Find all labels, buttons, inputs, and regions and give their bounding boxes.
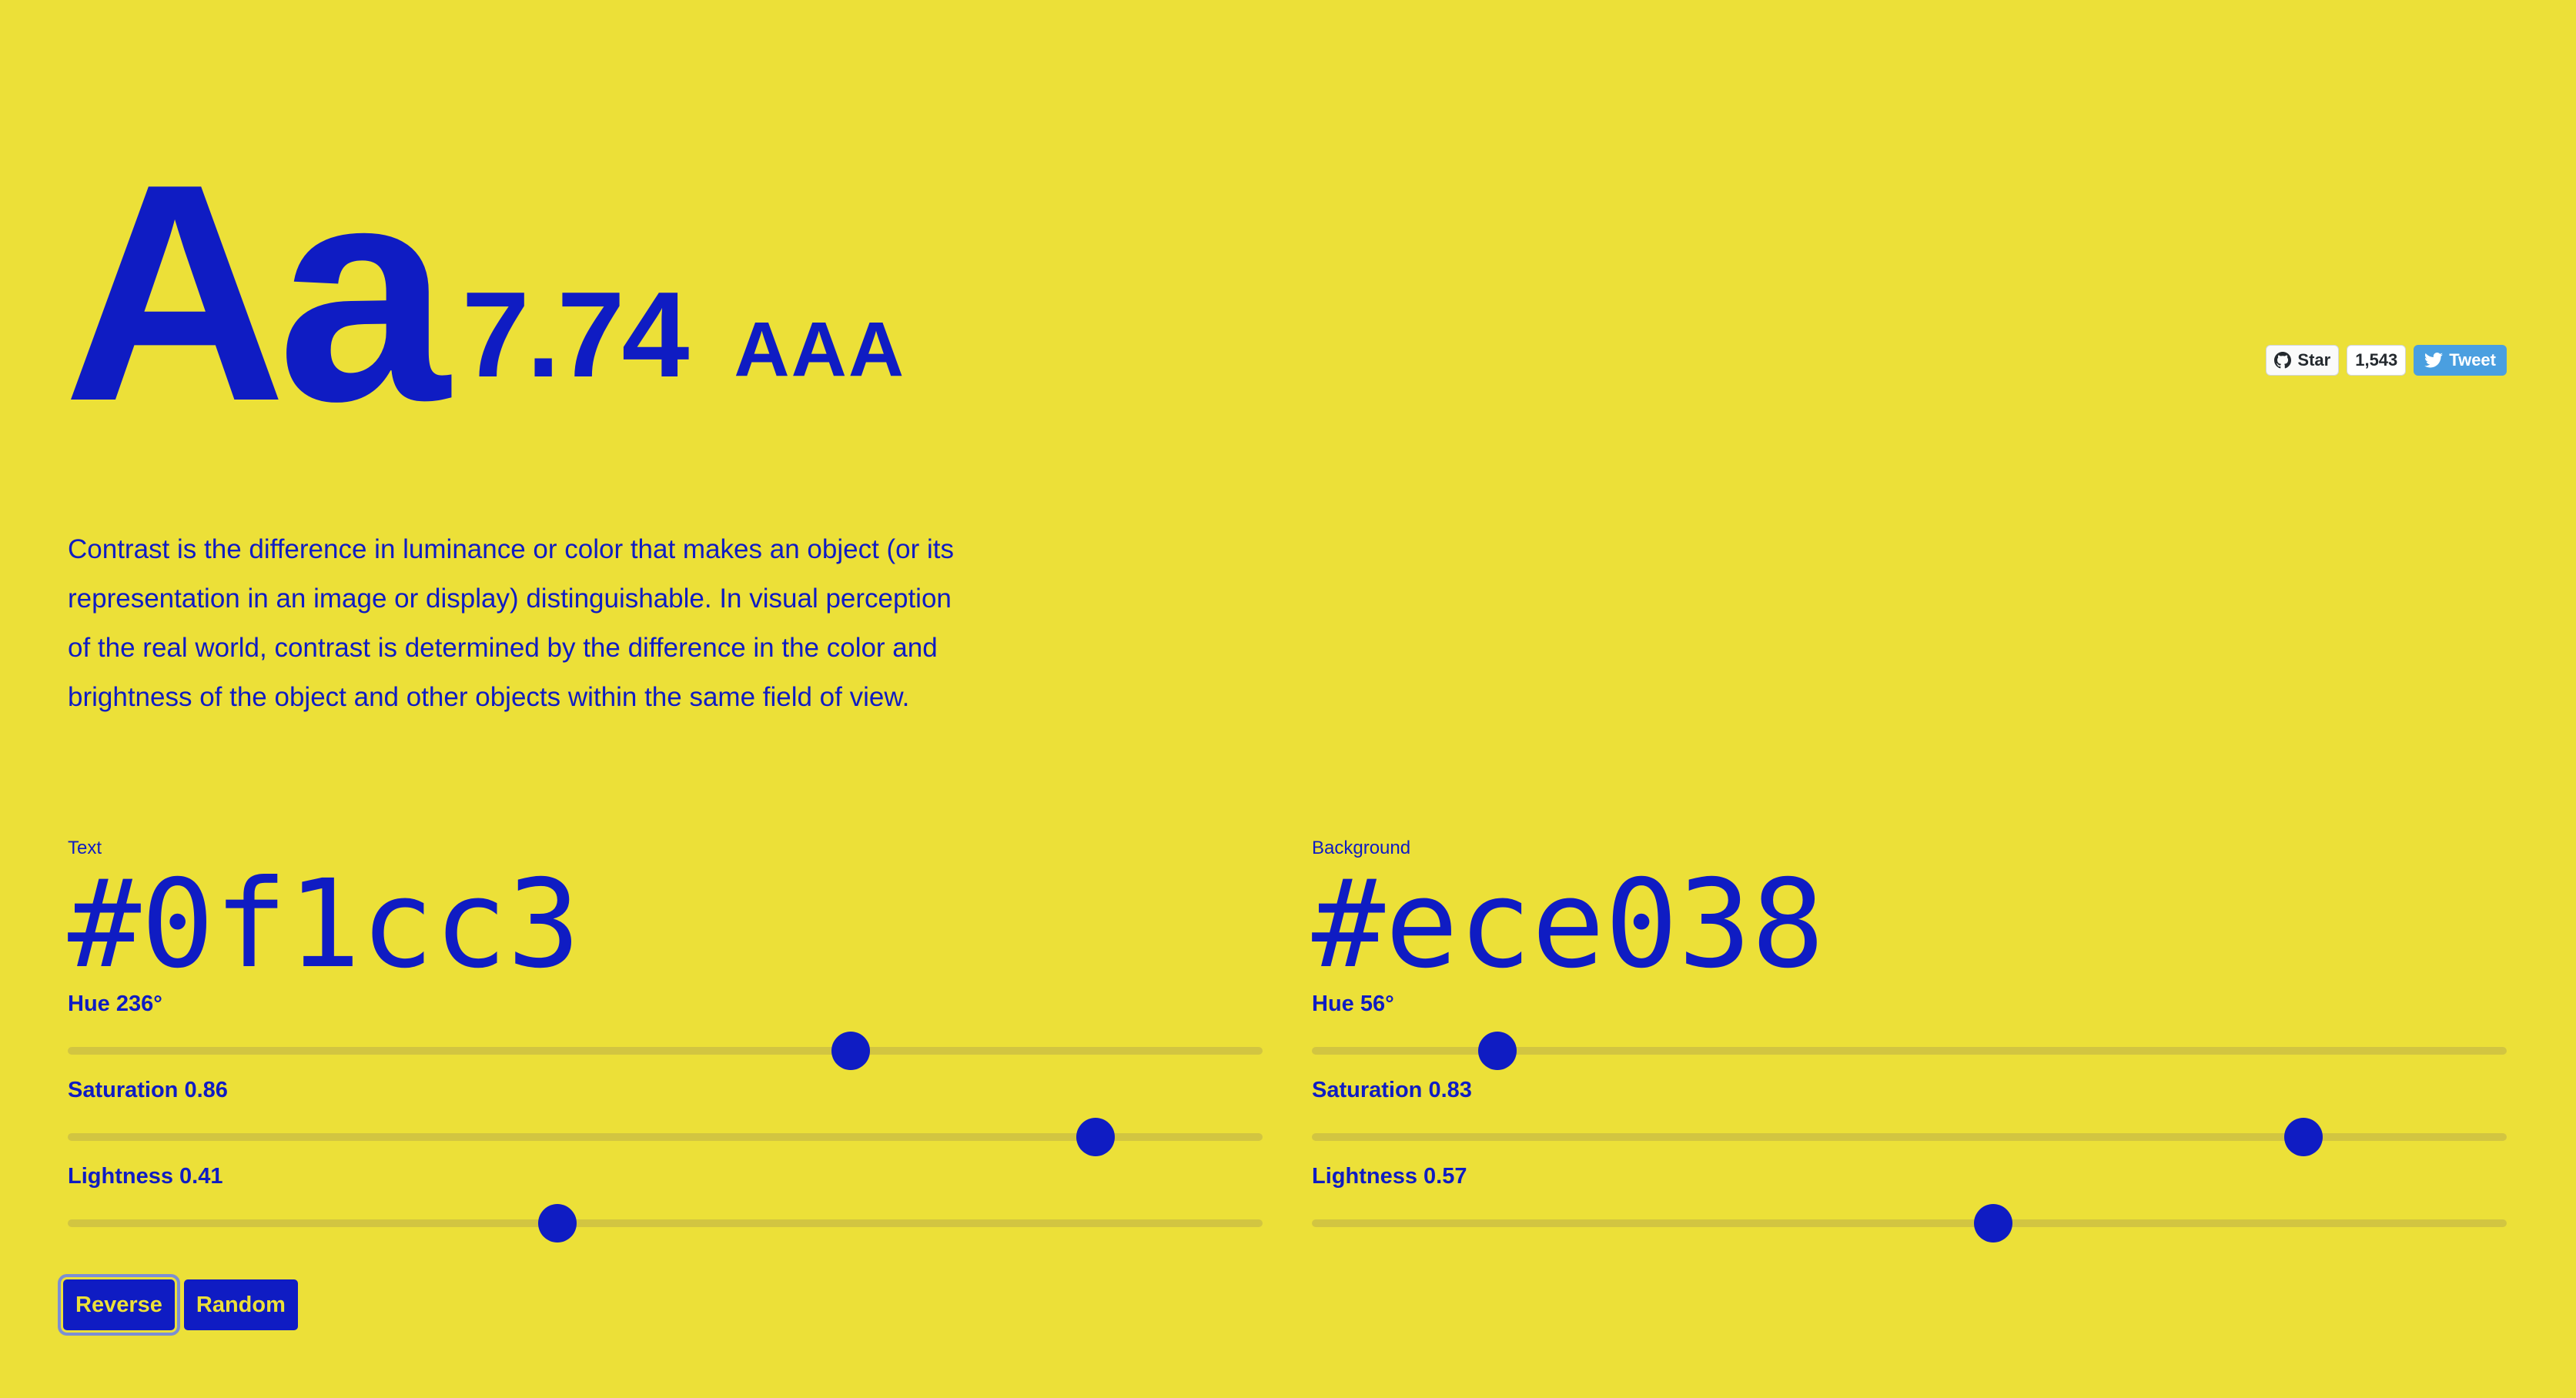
sample-text: Aa <box>63 120 450 466</box>
text-hue-label: Hue 236° <box>68 992 162 1016</box>
background-lightness-slider-track[interactable] <box>1312 1219 2507 1227</box>
contrast-ratio: 7.74 <box>461 267 690 403</box>
background-hue-control: Hue 56° <box>1312 981 2507 1070</box>
text-hex-value[interactable]: #0f1cc3 <box>68 864 1263 985</box>
reverse-button[interactable]: Reverse <box>63 1279 175 1330</box>
background-saturation-control: Saturation 0.83 <box>1312 1067 2507 1156</box>
random-button[interactable]: Random <box>183 1279 298 1330</box>
text-hue-slider-thumb[interactable] <box>831 1032 871 1070</box>
background-color-panel: Background #ece038 Hue 56° Saturation 0.… <box>1312 834 2507 1242</box>
star-count[interactable]: 1,543 <box>2347 345 2407 376</box>
background-hue-slider-thumb[interactable] <box>1478 1032 1517 1070</box>
background-hue-label: Hue 56° <box>1312 992 1394 1016</box>
contrast-description: Contrast is the difference in luminance … <box>68 534 955 712</box>
background-lightness-slider-thumb[interactable] <box>1973 1204 2012 1242</box>
text-color-panel: Text #0f1cc3 Hue 236° Saturation 0.86 Li… <box>68 834 1263 1242</box>
tweet-button[interactable]: Tweet <box>2414 345 2507 376</box>
social-buttons: Star 1,543 Tweet <box>2266 345 2507 376</box>
tweet-label: Tweet <box>2449 350 2496 370</box>
star-label: Star <box>2297 350 2331 370</box>
background-saturation-label: Saturation 0.83 <box>1312 1078 1472 1102</box>
text-saturation-label: Saturation 0.86 <box>68 1078 228 1102</box>
text-hue-control: Hue 236° <box>68 981 1263 1070</box>
text-saturation-slider-thumb[interactable] <box>1076 1118 1115 1156</box>
text-lightness-slider-track[interactable] <box>68 1219 1263 1227</box>
background-saturation-slider-thumb[interactable] <box>2284 1118 2323 1156</box>
background-saturation-slider-track[interactable] <box>1312 1133 2507 1141</box>
text-saturation-control: Saturation 0.86 <box>68 1067 1263 1156</box>
github-star-button[interactable]: Star <box>2266 345 2340 376</box>
contrast-hero: Aa 7.74 AAA <box>63 123 906 448</box>
text-lightness-control: Lightness 0.41 <box>68 1153 1263 1242</box>
text-lightness-label: Lightness 0.41 <box>68 1164 223 1189</box>
background-hex-value[interactable]: #ece038 <box>1312 864 2507 985</box>
twitter-bird-icon <box>2424 353 2444 368</box>
action-buttons: Reverse Random <box>63 1279 298 1330</box>
text-lightness-slider-thumb[interactable] <box>538 1204 577 1242</box>
background-lightness-control: Lightness 0.57 <box>1312 1153 2507 1242</box>
github-icon <box>2274 352 2292 369</box>
text-hue-slider-track[interactable] <box>68 1047 1263 1055</box>
background-lightness-label: Lightness 0.57 <box>1312 1164 1467 1189</box>
wcag-level-badge: AAA <box>734 306 906 393</box>
